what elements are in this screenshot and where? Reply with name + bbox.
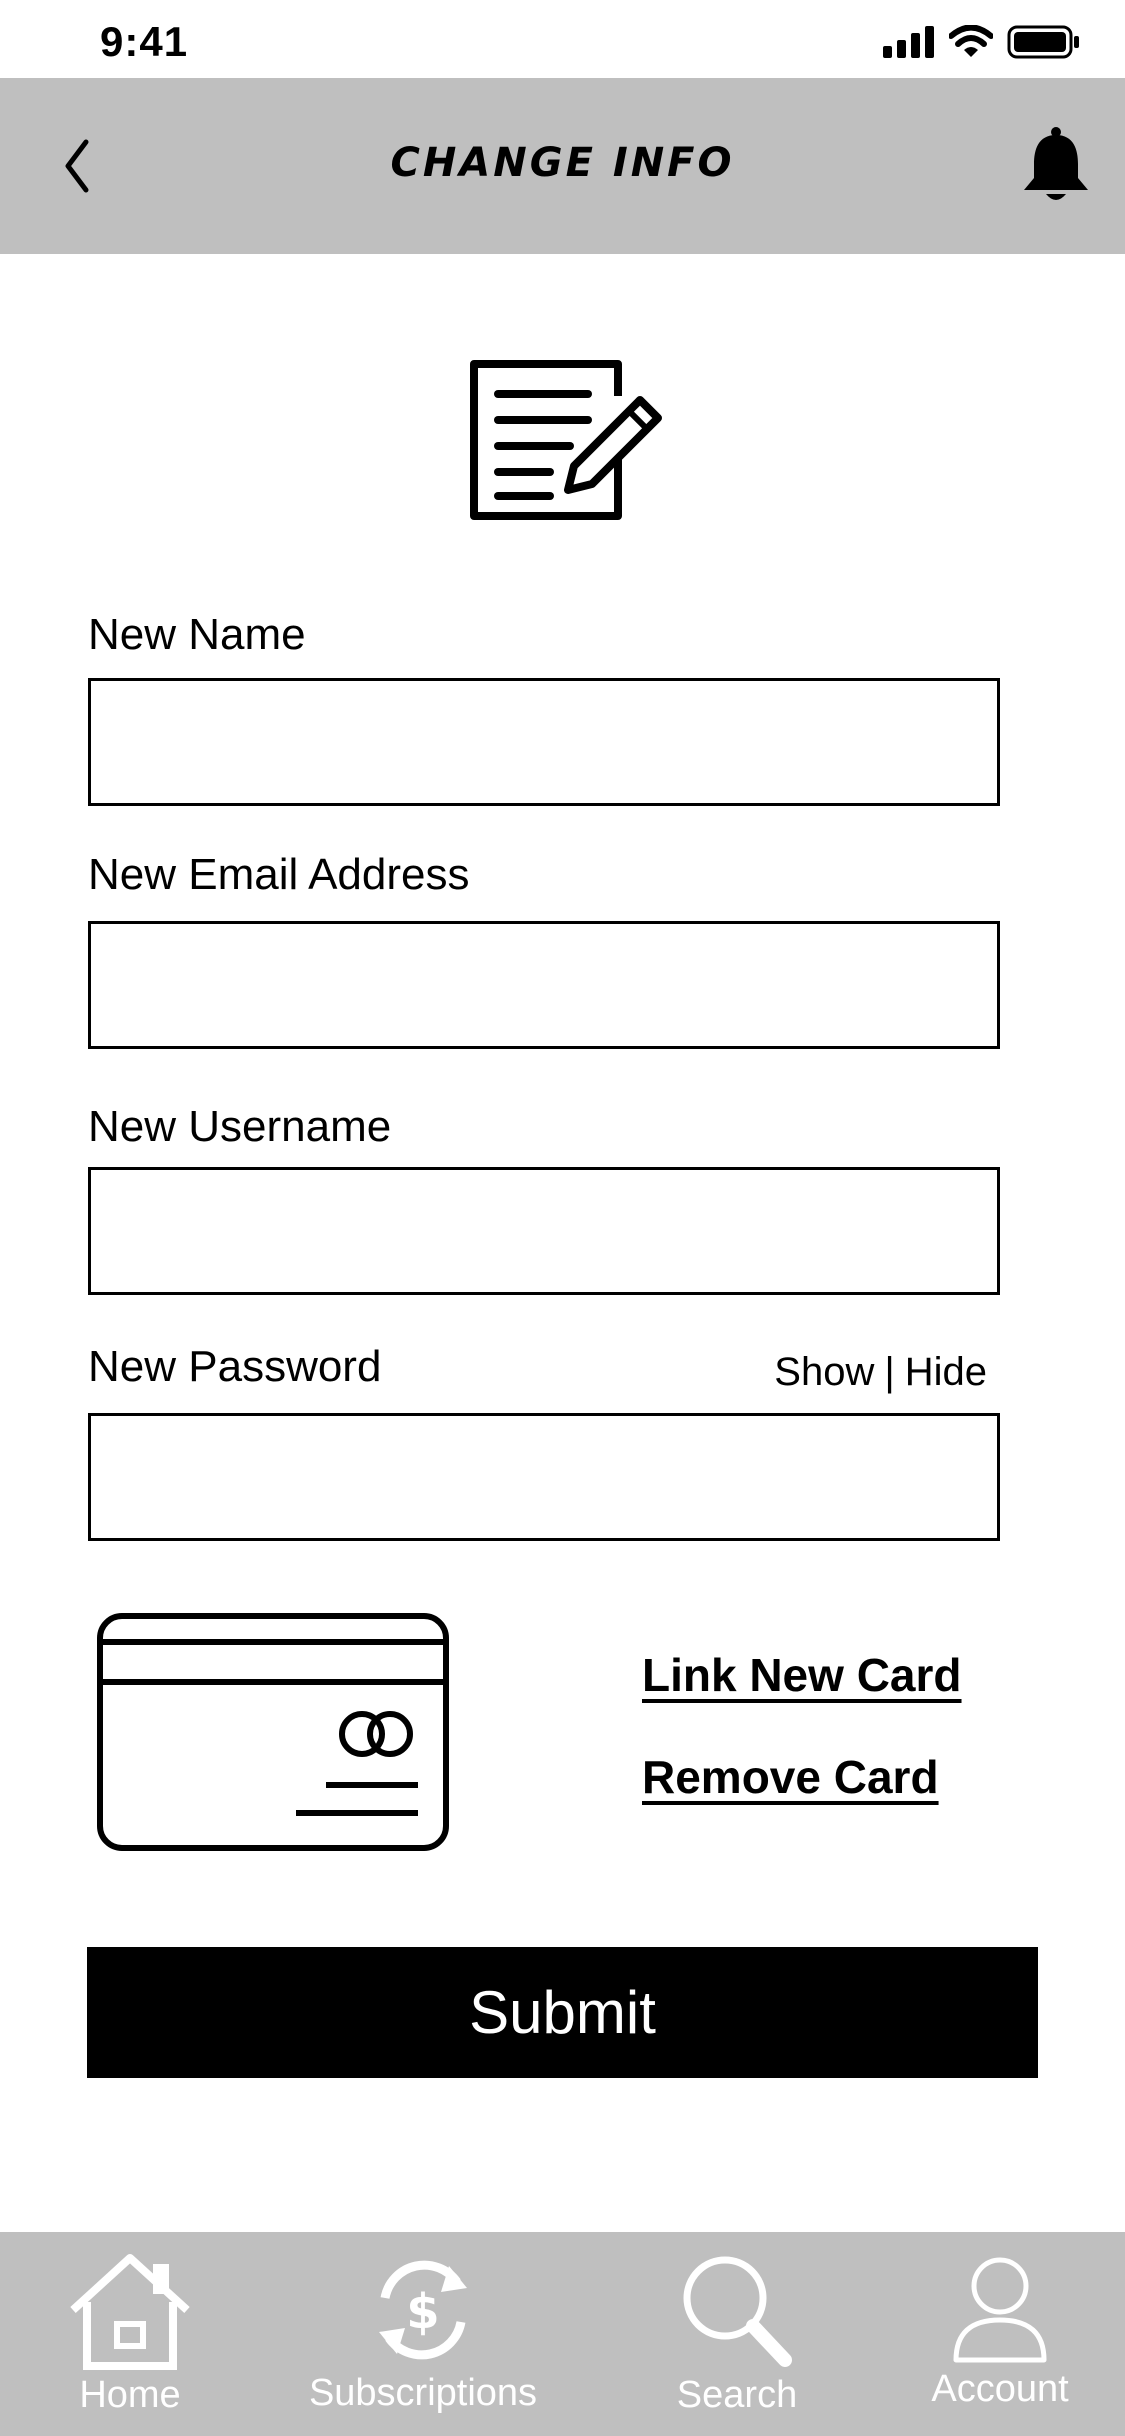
status-time: 9:41	[100, 18, 189, 65]
email-label: New Email Address	[88, 850, 470, 899]
bell-icon	[1024, 127, 1088, 200]
subscriptions-icon: $	[379, 2260, 467, 2360]
signal-icon	[883, 26, 934, 58]
name-input[interactable]	[88, 678, 1000, 806]
notifications-button[interactable]	[1020, 126, 1092, 206]
username-label: New Username	[88, 1102, 392, 1151]
nav-label-search: Search	[676, 2374, 798, 2416]
page-title: CHANGE INFO	[390, 140, 735, 186]
email-input[interactable]	[88, 921, 1000, 1049]
nav-item-account[interactable]: Account	[870, 2232, 1125, 2436]
header-bar: CHANGE INFO	[0, 78, 1125, 254]
credit-card-icon	[97, 1613, 449, 1851]
svg-text:$: $	[406, 2284, 439, 2340]
password-visibility-toggle: Show | Hide	[774, 1350, 987, 1395]
link-new-card-link[interactable]: Link New Card	[642, 1648, 962, 1702]
search-icon	[683, 2256, 792, 2367]
nav-label-subscriptions: Subscriptions	[308, 2372, 538, 2414]
nav-item-home[interactable]: Home	[0, 2232, 260, 2436]
username-input[interactable]	[88, 1167, 1000, 1295]
account-icon	[953, 2257, 1047, 2363]
nav-item-subscriptions[interactable]: $ Subscriptions	[293, 2232, 553, 2436]
show-hide-separator: |	[884, 1350, 895, 1394]
home-icon	[70, 2254, 190, 2370]
nav-label-account: Account	[931, 2368, 1069, 2410]
name-label: New Name	[88, 610, 306, 659]
hide-password-button[interactable]: Hide	[905, 1350, 987, 1395]
submit-button[interactable]: Submit	[87, 1947, 1038, 2078]
nav-label-home: Home	[79, 2374, 181, 2416]
nav-item-search[interactable]: Search	[607, 2232, 867, 2436]
remove-card-link[interactable]: Remove Card	[642, 1750, 939, 1804]
password-input[interactable]	[88, 1413, 1000, 1541]
status-icons	[883, 22, 1081, 62]
show-password-button[interactable]: Show	[774, 1350, 874, 1395]
edit-document-icon	[470, 360, 662, 520]
status-bar: 9:41	[0, 0, 1125, 78]
battery-icon	[1007, 25, 1079, 59]
wifi-icon	[949, 25, 993, 57]
password-label: New Password	[88, 1342, 382, 1391]
bottom-nav: Home $ Subscriptions Search Account	[0, 2232, 1125, 2436]
